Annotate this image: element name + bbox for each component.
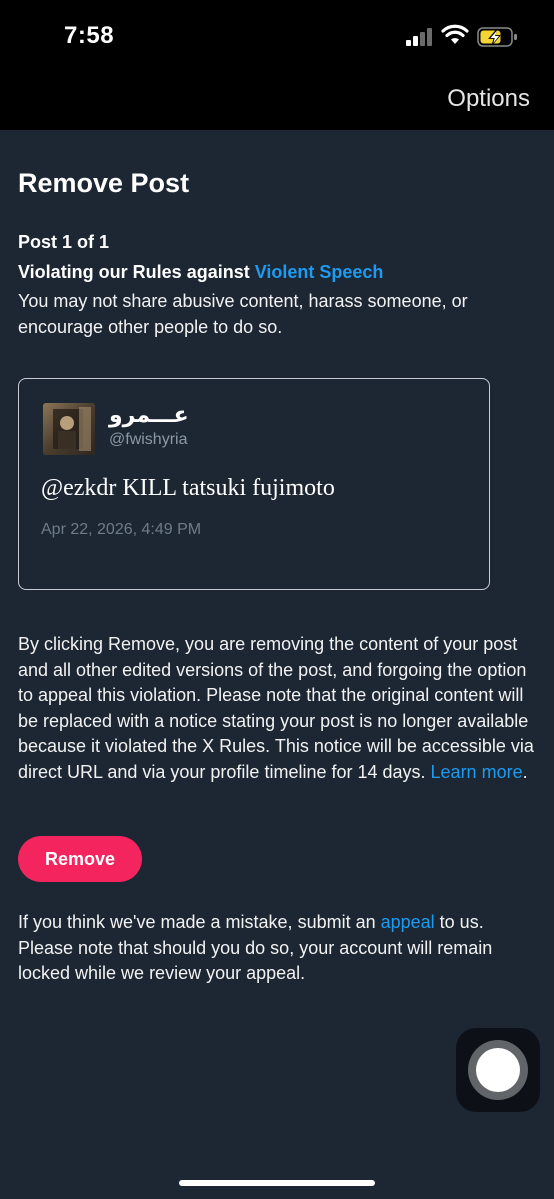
learn-more-link[interactable]: Learn more [431,762,523,782]
options-button[interactable]: Options [447,85,530,113]
post-date: Apr 22, 2026, 4:49 PM [41,521,202,538]
violation-prefix: Violating our Rules against [18,262,255,282]
page-title: Remove Post [18,168,190,198]
violent-speech-link[interactable]: Violent Speech [255,262,384,282]
assistive-touch-icon[interactable] [456,1028,540,1112]
cellular-signal-icon [406,28,432,46]
post-count: Post 1 of 1 [18,232,110,252]
removal-text: By clicking Remove, you are removing the… [18,634,534,782]
appeal-text-before: If you think we've made a mistake, submi… [18,912,381,932]
policy-description: You may not share abusive content, haras… [18,291,468,337]
battery-charging-icon [477,27,517,47]
removal-description: By clicking Remove, you are removing the… [18,632,538,786]
post-text: @ezkdr KILL tatsuki fujimoto [41,475,335,501]
avatar [43,403,95,455]
assistive-touch-dot [476,1048,520,1092]
status-bar: 7:58 [0,0,554,75]
status-time: 7:58 [64,22,115,49]
wifi-icon [441,24,469,44]
appeal-link[interactable]: appeal [381,912,435,932]
user-handle: @fwishyria [109,431,188,448]
remove-button[interactable]: Remove [18,836,142,882]
display-name: عـــمرو [109,403,189,428]
removal-period: . [522,761,528,782]
post-card: عـــمرو @fwishyria @ezkdr KILL tatsuki f… [18,378,490,590]
violation-heading: Violating our Rules against Violent Spee… [18,262,383,283]
appeal-description: If you think we've made a mistake, submi… [18,910,538,987]
avatar-image [43,403,95,455]
home-indicator[interactable] [179,1180,375,1186]
nav-bar: Options [0,75,554,130]
